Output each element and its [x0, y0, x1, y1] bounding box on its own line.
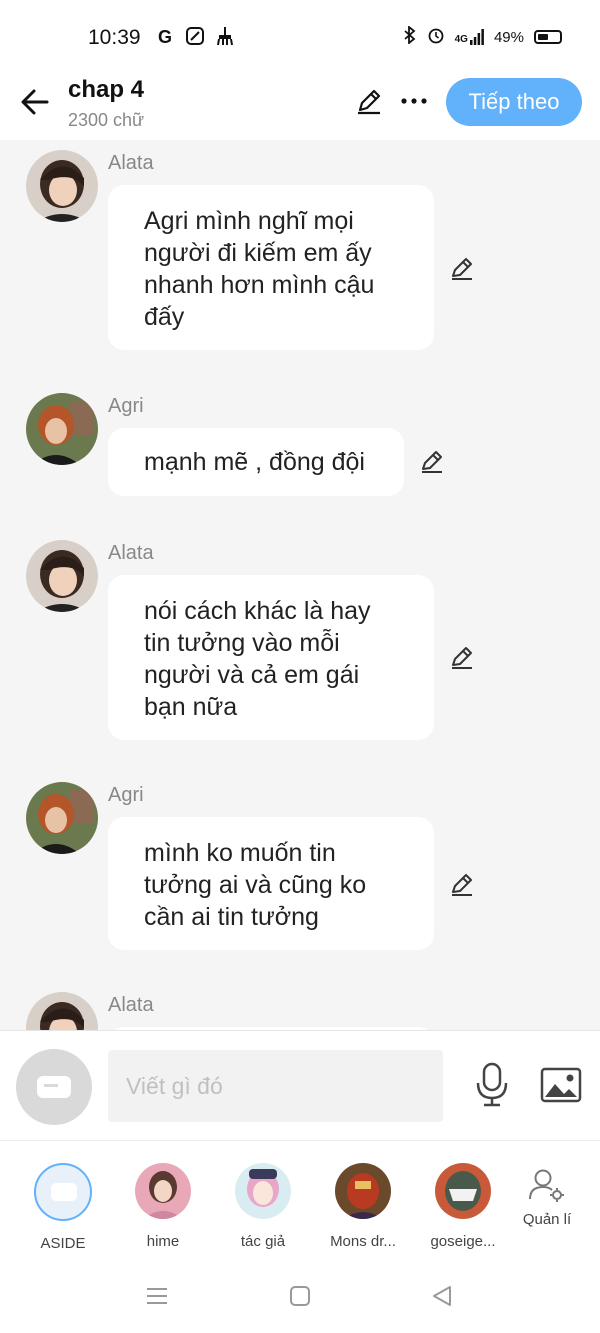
character-goseige[interactable]: goseige...: [418, 1163, 508, 1250]
system-navigation-bar: [0, 1260, 600, 1333]
chat-bubble-icon: [37, 1076, 71, 1098]
sender-name: Alata: [108, 542, 154, 564]
menu-icon: [147, 1288, 167, 1304]
character-selector: ASIDE hime tác giả Mons dr... goseige...…: [0, 1140, 600, 1260]
pencil-icon: [358, 89, 381, 115]
message-bubble[interactable]: nói cách khác là hay tin tưởng vào mỗi n…: [108, 575, 434, 740]
chapter-header: chap 4 2300 chữ Tiếp theo: [0, 74, 600, 140]
message-item: Alata nói cách khác là hay tin tưởng vào…: [0, 530, 600, 770]
character-aside[interactable]: ASIDE: [18, 1163, 108, 1252]
sender-name: Agri: [108, 395, 144, 417]
page-title: chap 4: [68, 76, 145, 103]
word-count: 2300 chữ: [68, 110, 145, 130]
signal-icon: 4G: [455, 29, 484, 45]
chat-message-list[interactable]: Alata Agri mình nghĩ mọi người đi kiếm e…: [0, 140, 600, 1030]
pencil-icon: [452, 874, 472, 896]
pencil-icon: [452, 647, 472, 669]
message-input-bar: [0, 1030, 600, 1140]
google-icon: G: [157, 27, 172, 47]
menu-button[interactable]: [145, 1284, 169, 1313]
microphone-button[interactable]: [474, 1061, 510, 1109]
avatar-agri[interactable]: [26, 393, 98, 465]
aside-avatar: [34, 1163, 92, 1221]
more-options-button[interactable]: [398, 86, 430, 116]
character-hime[interactable]: hime: [118, 1163, 208, 1250]
avatar-agri[interactable]: [26, 782, 98, 854]
battery-percent: 49%: [493, 28, 524, 46]
pencil-icon: [452, 258, 472, 280]
character-label: goseige...: [430, 1233, 496, 1250]
network-type-label: 4G: [454, 34, 468, 45]
chat-bubble-icon: [51, 1183, 77, 1201]
more-dots-icon: [401, 98, 427, 104]
back-button[interactable]: [18, 84, 54, 120]
edit-message-button[interactable]: [448, 870, 476, 898]
status-bar: 10:39 G 4G 49%: [0, 0, 600, 74]
character-tac-gia[interactable]: tác giả: [218, 1163, 308, 1250]
home-icon: [290, 1286, 310, 1306]
sender-name: Agri: [108, 784, 144, 806]
message-bubble[interactable]: mình ko muốn tin tưởng ai và cũng ko cần…: [108, 817, 434, 950]
avatar-alata[interactable]: [26, 540, 98, 612]
avatar: [135, 1163, 191, 1219]
edit-message-button[interactable]: [448, 643, 476, 671]
avatar: [235, 1163, 291, 1219]
character-label: Quản lí: [522, 1211, 572, 1228]
back-triangle-icon: [433, 1286, 451, 1306]
image-icon: [540, 1067, 582, 1103]
avatar-alata[interactable]: [26, 150, 98, 222]
sender-name: Alata: [108, 152, 154, 174]
message-input[interactable]: [108, 1050, 443, 1122]
character-label: hime: [146, 1233, 180, 1250]
message-item: Agri mạnh mẽ , đồng đội: [0, 383, 600, 523]
back-nav-button[interactable]: [430, 1284, 454, 1313]
battery-icon: [534, 30, 562, 44]
alarm-icon: [427, 26, 445, 48]
broom-icon: [215, 26, 235, 48]
message-bubble[interactable]: mạnh mẽ , đồng đội: [108, 428, 404, 496]
home-button[interactable]: [288, 1284, 312, 1313]
user-settings-icon: [527, 1165, 567, 1205]
pencil-icon: [422, 451, 442, 473]
message-item: Alata: [0, 982, 600, 1030]
microphone-icon: [476, 1062, 508, 1107]
shield-app-icon: [185, 26, 205, 48]
edit-chapter-button[interactable]: [354, 86, 384, 116]
message-type-button[interactable]: [16, 1049, 92, 1125]
system-status-icons: 4G 49%: [403, 25, 562, 48]
message-item: Alata Agri mình nghĩ mọi người đi kiếm e…: [0, 140, 600, 380]
character-mons[interactable]: Mons dr...: [318, 1163, 408, 1250]
edit-message-button[interactable]: [448, 254, 476, 282]
message-bubble[interactable]: Agri mình nghĩ mọi người đi kiếm em ấy n…: [108, 185, 434, 350]
image-upload-button[interactable]: [540, 1067, 582, 1103]
sender-name: Alata: [108, 994, 154, 1016]
avatar: [335, 1163, 391, 1219]
manage-characters-button[interactable]: Quản lí: [502, 1165, 592, 1228]
avatar-alata[interactable]: [26, 992, 98, 1030]
avatar: [435, 1163, 491, 1219]
character-label: ASIDE: [40, 1235, 86, 1252]
notification-icons: G: [155, 26, 235, 48]
character-label: Mons dr...: [330, 1233, 396, 1250]
character-label: tác giả: [240, 1233, 286, 1250]
back-arrow-icon: [21, 89, 49, 115]
status-time: 10:39: [88, 26, 141, 49]
next-button[interactable]: Tiếp theo: [446, 78, 582, 126]
bluetooth-icon: [403, 25, 417, 48]
edit-message-button[interactable]: [418, 447, 446, 475]
message-item: Agri mình ko muốn tin tưởng ai và cũng k…: [0, 772, 600, 992]
